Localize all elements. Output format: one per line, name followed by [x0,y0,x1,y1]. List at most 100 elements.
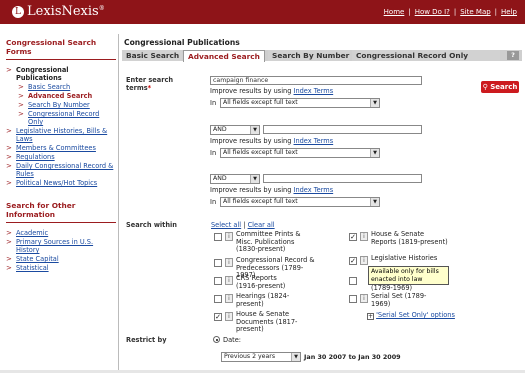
sidebar-item-members-committees[interactable]: > Members & Committees [6,144,116,152]
search-within-label: Search within [126,221,177,229]
sidebar-divider [118,34,119,373]
improve-results-text-3: Improve results by using Index Terms [210,186,334,194]
tab-advanced-search[interactable]: Advanced Search [183,50,265,62]
option-hearings: Hearings (1824-present) [236,292,290,308]
sidebar-item-statistical[interactable]: > Statistical [6,264,116,272]
sidebar-heading: Congressional Search Forms [6,38,116,60]
sidebar-item-daily-congressional-record[interactable]: > Daily Congressional Record & Rules [6,162,116,178]
chevron-right-icon: > [6,264,12,272]
improve-results-text-1: Improve results by using Index Terms [210,87,334,95]
chevron-right-icon: > [18,110,24,118]
chevron-right-icon: > [18,101,24,109]
option-serial-set: Serial Set (1789-1969) [371,292,427,308]
index-terms-link-3[interactable]: Index Terms [294,186,334,194]
sidebar-item-political-news[interactable]: > Political News/Hot Topics [6,179,116,187]
help-link[interactable]: Help [501,8,517,16]
tab-search-by-number[interactable]: Search By Number [268,50,350,61]
help-icon[interactable]: ? [507,51,519,60]
top-bar: L LexisNexis® Home | How Do I? | Site Map | Hel… [0,0,525,24]
info-icon[interactable]: i [225,258,233,267]
checkbox-crs-reports[interactable] [214,277,222,285]
serial-set-options: + 'Serial Set Only' options [367,311,455,320]
sidebar-item-regulations[interactable]: > Regulations [6,153,116,161]
sidebar-item-academic[interactable]: > Academic [6,229,116,237]
search-icon: ⚲ [482,83,488,91]
sidebar-item-basic-search[interactable]: > Basic Search [6,83,116,91]
main-panel: Congressional Publications Basic Search … [122,38,522,62]
option-crs-reports: CRS Reports (1916-present) [236,274,286,290]
option-house-senate-documents: House & Senate Documents (1817-present) [236,310,298,334]
sidebar-item-search-by-number[interactable]: > Search By Number [6,101,116,109]
chevron-right-icon: > [18,83,24,91]
index-terms-link-2[interactable]: Index Terms [294,137,334,145]
info-icon[interactable]: i [225,276,233,285]
info-icon[interactable]: i [360,256,368,265]
chevron-right-icon: > [6,127,12,135]
date-range-select[interactable]: Previous 2 years ▼ [221,352,301,362]
search-button[interactable]: ⚲ Search [481,81,519,93]
field-select-1[interactable]: All fields except full text ▼ [220,98,380,108]
tab-basic-search[interactable]: Basic Search [122,50,182,61]
info-icon[interactable]: i [225,294,233,303]
in-label-1: In [210,99,217,107]
sidebar: Congressional Search Forms > Congressiona… [6,38,116,273]
checkbox-hearings[interactable] [214,295,222,303]
date-label: Date: [223,336,241,344]
sidebar-item-state-capital[interactable]: > State Capital [6,255,116,263]
checkbox-right-option-3[interactable] [349,277,357,285]
in-label-3: In [210,198,217,206]
option-house-senate-reports: House & Senate Reports (1819-present) [371,230,448,246]
tooltip: Available only for bills enacted into la… [368,266,449,285]
chevron-down-icon: ▼ [370,99,379,107]
home-link[interactable]: Home [384,8,405,16]
field-select-2[interactable]: All fields except full text ▼ [220,148,380,158]
tab-congressional-record-only[interactable]: Congressional Record Only [352,50,500,61]
index-terms-link-1[interactable]: Index Terms [294,87,334,95]
site-map-link[interactable]: Site Map [460,8,490,16]
search-term-input-2[interactable] [263,125,422,134]
expand-icon[interactable]: + [367,313,374,320]
option-committee-prints: Committee Prints & Misc. Publications (1… [236,230,301,254]
chevron-right-icon: > [6,162,12,170]
sidebar-item-primary-sources[interactable]: > Primary Sources in U.S. History [6,238,116,254]
restrict-by-label: Restrict by [126,336,167,344]
checkbox-house-senate-documents[interactable]: ✓ [214,313,222,321]
serial-set-options-link[interactable]: 'Serial Set Only' options [376,311,455,319]
how-do-i-link[interactable]: How Do I? [415,8,450,16]
lexisnexis-logo-mark: L [12,6,24,18]
date-radio[interactable] [213,336,220,343]
search-term-input-1[interactable]: campaign finance [210,76,422,85]
info-icon[interactable]: i [225,312,233,321]
lexisnexis-logo[interactable]: L LexisNexis® [12,4,105,19]
connector-select-1[interactable]: AND ▼ [210,125,260,135]
tab-bar: Basic Search Advanced Search Search By N… [122,50,522,62]
checkbox-congressional-record[interactable] [214,259,222,267]
info-icon[interactable]: i [360,294,368,303]
sidebar-item-advanced-search[interactable]: > Advanced Search [6,92,116,100]
chevron-right-icon: > [6,255,12,263]
chevron-right-icon: > [6,144,12,152]
chevron-right-icon: > [6,66,12,74]
option-legislative-histories: Legislative Histories [371,254,438,262]
checkbox-serial-set[interactable] [349,295,357,303]
select-all-link[interactable]: Select all [211,221,241,229]
date-range-text: Jan 30 2007 to Jan 30 2009 [304,353,401,361]
checkbox-committee-prints[interactable] [214,233,222,241]
sidebar-item-legislative-histories[interactable]: > Legislative Histories, Bills & Laws [6,127,116,143]
checkbox-legislative-histories[interactable]: ✓ [349,257,357,265]
search-term-input-3[interactable] [263,174,422,183]
select-clear-links: Select all | Clear all [211,221,275,229]
info-icon[interactable]: i [360,232,368,241]
connector-select-2[interactable]: AND ▼ [210,174,260,184]
field-select-3[interactable]: All fields except full text ▼ [220,197,380,207]
sidebar-item-congressional-record-only[interactable]: > Congressional Record Only [6,110,116,126]
brand-trademark: ® [98,5,105,12]
top-links: Home | How Do I? | Site Map | Help [383,8,517,16]
sidebar-section-congressional-publications: > Congressional Publications [6,66,69,82]
clear-all-link[interactable]: Clear all [248,221,275,229]
page-title: Congressional Publications [124,38,240,47]
info-icon[interactable]: i [225,232,233,241]
chevron-down-icon: ▼ [250,175,259,183]
chevron-right-icon: > [6,153,12,161]
checkbox-house-senate-reports[interactable]: ✓ [349,233,357,241]
